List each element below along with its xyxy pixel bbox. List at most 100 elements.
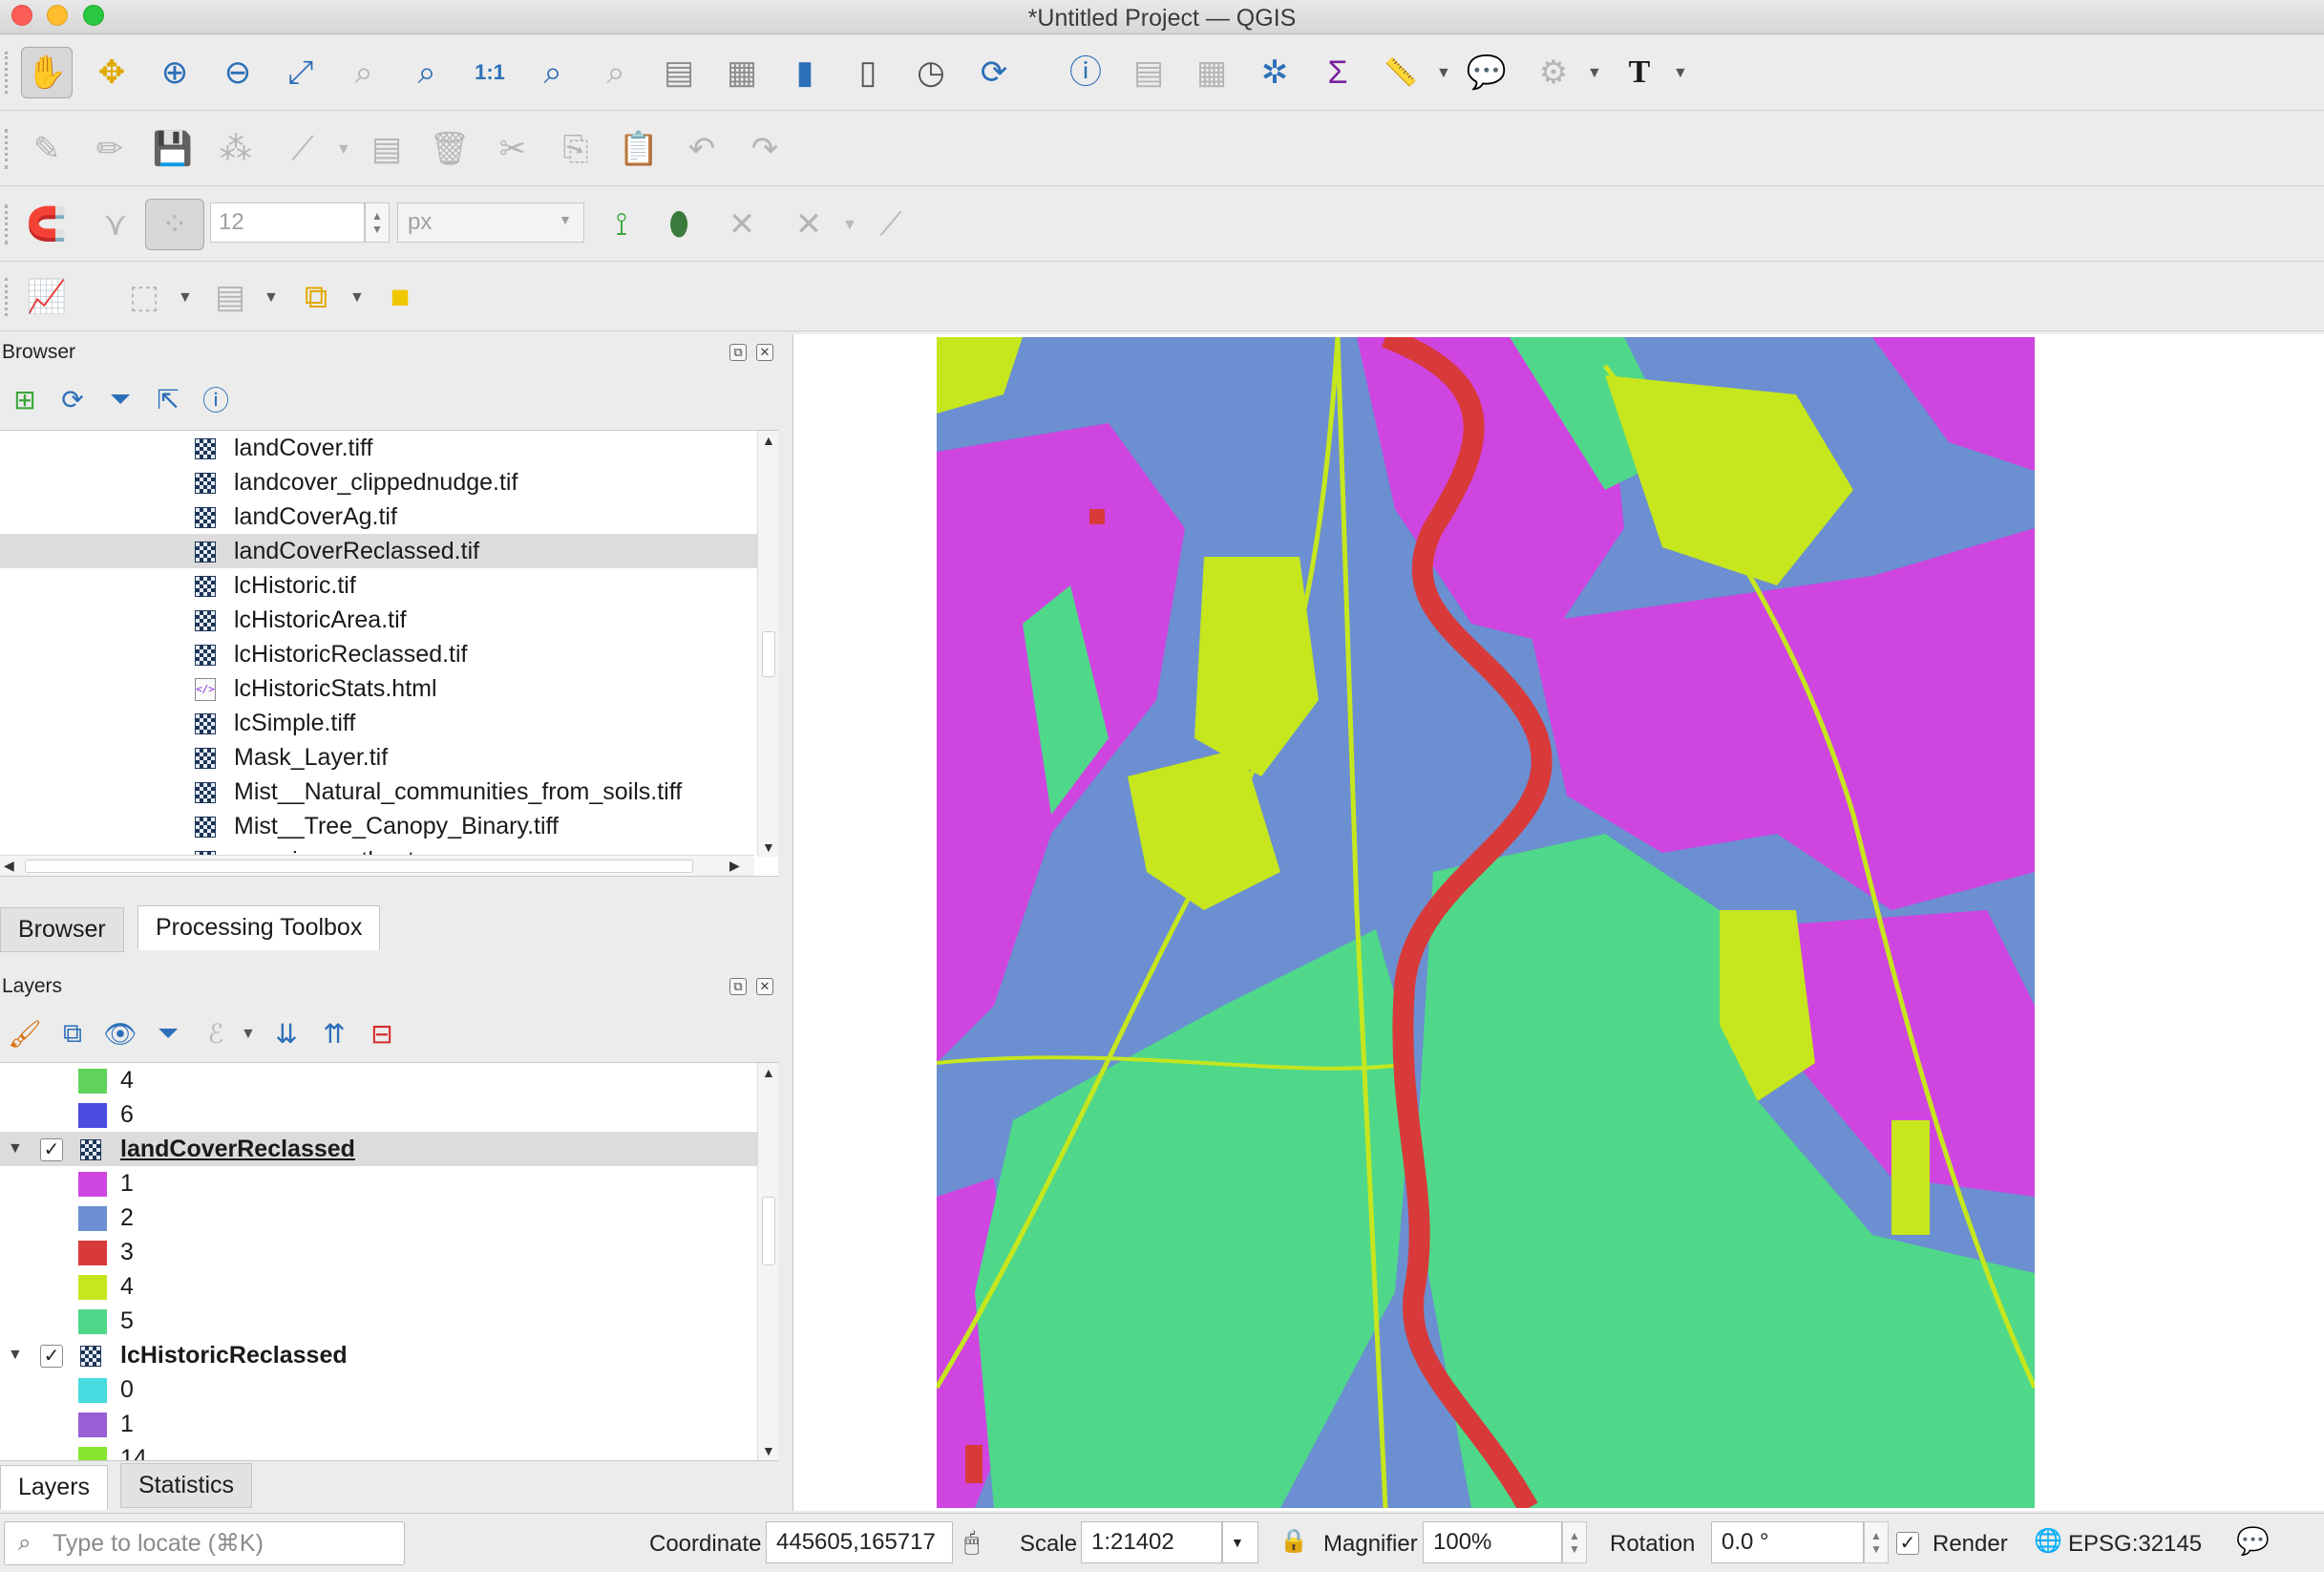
browser-item[interactable]: lcHistoric.tif bbox=[0, 568, 757, 603]
add-point-icon[interactable]: ⁂ bbox=[210, 123, 262, 175]
processing-gear-icon[interactable]: ✲ bbox=[1249, 47, 1300, 98]
select-features-icon[interactable]: ⬚ bbox=[118, 271, 170, 323]
filter-browser-icon[interactable]: ⏷ bbox=[101, 380, 139, 418]
statistics-sigma-icon[interactable]: Σ bbox=[1312, 47, 1363, 98]
zoom-in-icon[interactable]: ⊕ bbox=[149, 47, 201, 98]
expand-arrow-icon[interactable]: ▼ bbox=[8, 1338, 23, 1372]
filter-legend-icon[interactable]: ⏷ bbox=[149, 1014, 187, 1052]
browser-item[interactable]: </> lcHistoricStats.html bbox=[0, 671, 757, 706]
zoom-next-icon[interactable]: ⌕ bbox=[590, 47, 642, 98]
profile-chart-icon[interactable]: 📈 bbox=[21, 271, 73, 323]
layers-scroll-thumb[interactable] bbox=[762, 1197, 775, 1265]
crs-globe-icon[interactable]: 🌐 bbox=[2034, 1527, 2062, 1555]
render-checkbox[interactable]: ✓ bbox=[1896, 1532, 1919, 1555]
properties-info-icon[interactable]: ⓘ bbox=[197, 380, 235, 418]
map-canvas[interactable] bbox=[792, 334, 2324, 1511]
locator-search-input[interactable]: ⌕ Type to locate (⌘K) bbox=[4, 1521, 405, 1565]
show-bookmarks-icon[interactable]: ▦ bbox=[716, 47, 768, 98]
layer-visibility-checkbox[interactable]: ✓ bbox=[40, 1138, 63, 1161]
browser-hscroll-thumb[interactable] bbox=[25, 860, 693, 873]
pan-to-selection-icon[interactable]: ✥ bbox=[86, 47, 137, 98]
tab-processing-toolbox[interactable]: Processing Toolbox bbox=[137, 905, 381, 950]
scale-dropdown-chevron-icon[interactable]: ▼ bbox=[1222, 1521, 1258, 1563]
browser-item[interactable]: Mask_Layer.tif bbox=[0, 740, 757, 775]
zoom-out-icon[interactable]: ⊖ bbox=[212, 47, 264, 98]
snapping-type-icon[interactable]: ⁘ bbox=[145, 199, 204, 250]
select-value-dropdown-caret-icon[interactable]: ▼ bbox=[264, 289, 279, 307]
delete-selected-icon[interactable]: 🗑 bbox=[424, 123, 475, 175]
close-panel-icon[interactable]: ✕ bbox=[756, 344, 773, 361]
spatial-bookmark-icon[interactable]: ▮ bbox=[779, 47, 831, 98]
snapping-units-select[interactable]: px ▼ bbox=[397, 202, 584, 243]
layers-vertical-scrollbar[interactable]: ▲ ▼ bbox=[757, 1063, 778, 1460]
pan-hand-icon[interactable]: ✋ bbox=[21, 47, 73, 98]
scroll-up-icon[interactable]: ▲ bbox=[762, 433, 775, 448]
close-panel-icon[interactable]: ✕ bbox=[756, 978, 773, 995]
measure-ruler-icon[interactable]: 📏 bbox=[1375, 47, 1426, 98]
toggle-editing-icon[interactable]: ✏ bbox=[84, 123, 136, 175]
map-tips-icon[interactable]: ▯ bbox=[842, 47, 894, 98]
browser-item[interactable]: lcHistoricReclassed.tif bbox=[0, 637, 757, 671]
select-by-value-icon[interactable]: ▤ bbox=[204, 271, 256, 323]
vertex-dropdown-caret-icon[interactable]: ▼ bbox=[336, 141, 351, 159]
open-layer-styling-icon[interactable]: 🖌 bbox=[6, 1014, 44, 1052]
layer-tree-item[interactable]: ▼ ✓ landCoverReclassed bbox=[0, 1132, 757, 1166]
rotation-stepper-icon[interactable]: ▲ ▼ bbox=[1864, 1521, 1889, 1563]
self-snapping-icon[interactable]: ⟋ bbox=[865, 199, 917, 250]
filter-dropdown-caret-icon[interactable]: ▼ bbox=[241, 1026, 256, 1043]
browser-item[interactable]: landcover_clippednudge.tif bbox=[0, 465, 757, 499]
advanced-digitizing-icon[interactable]: ✕ bbox=[783, 199, 835, 250]
browser-item[interactable]: Mist__Tree_Canopy_Binary.tiff bbox=[0, 809, 757, 843]
new-bookmark-icon[interactable]: ▤ bbox=[653, 47, 705, 98]
browser-item[interactable]: landCover.tiff bbox=[0, 431, 757, 465]
manage-map-themes-icon[interactable]: 👁 bbox=[101, 1014, 139, 1052]
tab-statistics[interactable]: Statistics bbox=[120, 1463, 253, 1508]
tracing-dropdown-caret-icon[interactable]: ▼ bbox=[842, 217, 857, 234]
add-group-icon[interactable]: ⧉ bbox=[53, 1014, 92, 1052]
temporal-clock-icon[interactable]: ◷ bbox=[905, 47, 957, 98]
scroll-right-icon[interactable]: ▶ bbox=[729, 858, 740, 874]
scroll-down-icon[interactable]: ▼ bbox=[762, 1443, 775, 1458]
snapping-magnet-icon[interactable]: 🧲 bbox=[21, 199, 73, 250]
rotation-field[interactable]: 0.0 ° bbox=[1711, 1521, 1864, 1563]
scroll-left-icon[interactable]: ◀ bbox=[4, 858, 14, 874]
annotation-balloon-icon[interactable]: 💬 bbox=[1461, 47, 1512, 98]
text-annotation-icon[interactable]: T bbox=[1614, 47, 1665, 98]
modify-attributes-icon[interactable]: ▤ bbox=[361, 123, 412, 175]
refresh-browser-icon[interactable]: ⟳ bbox=[53, 380, 92, 418]
vertex-tool-icon[interactable]: ⟋ bbox=[277, 123, 328, 175]
zoom-native-icon[interactable]: 1:1 bbox=[464, 47, 516, 98]
collapse-all-icon[interactable]: ⇱ bbox=[149, 380, 187, 418]
lock-scale-icon[interactable]: 🔒 bbox=[1279, 1527, 1308, 1555]
browser-vertical-scrollbar[interactable]: ▲ ▼ bbox=[757, 431, 778, 857]
toggle-extents-mouse-icon[interactable]: 🖱 bbox=[964, 1527, 980, 1558]
redo-icon[interactable]: ↷ bbox=[739, 123, 791, 175]
magnifier-stepper-icon[interactable]: ▲ ▼ bbox=[1562, 1521, 1587, 1563]
remove-layer-icon[interactable]: ⊟ bbox=[363, 1014, 401, 1052]
cut-features-icon[interactable]: ✂ bbox=[487, 123, 539, 175]
scroll-up-icon[interactable]: ▲ bbox=[762, 1065, 775, 1080]
layer-visibility-checkbox[interactable]: ✓ bbox=[40, 1345, 63, 1368]
float-panel-icon[interactable]: ⧉ bbox=[729, 978, 747, 995]
browser-item[interactable]: lcSimple.tiff bbox=[0, 706, 757, 740]
settings-dropdown-caret-icon[interactable]: ▼ bbox=[1587, 65, 1602, 82]
select-by-location-icon[interactable]: ■ bbox=[374, 271, 426, 323]
current-edits-icon[interactable]: ✎ bbox=[21, 123, 73, 175]
scale-field[interactable]: 1:21402 bbox=[1081, 1521, 1222, 1563]
zoom-full-icon[interactable]: ⤢ bbox=[275, 47, 327, 98]
float-panel-icon[interactable]: ⧉ bbox=[729, 344, 747, 361]
refresh-icon[interactable]: ⟳ bbox=[968, 47, 1020, 98]
panel-splitter[interactable] bbox=[783, 334, 787, 1511]
expand-arrow-icon[interactable]: ▼ bbox=[8, 1132, 23, 1166]
browser-item[interactable]: landCoverAg.tif bbox=[0, 499, 757, 534]
topological-editing-icon[interactable]: ⟟ bbox=[596, 199, 647, 250]
tab-browser[interactable]: Browser bbox=[0, 907, 124, 952]
save-edits-icon[interactable]: 💾 bbox=[147, 123, 199, 175]
layer-tree-item[interactable]: ▼ ✓ lcHistoricReclassed bbox=[0, 1338, 757, 1372]
browser-horizontal-scrollbar[interactable]: ◀ ▶ bbox=[0, 855, 754, 876]
filter-expression-icon[interactable]: ℰ bbox=[197, 1014, 235, 1052]
text-annotation-dropdown-caret-icon[interactable]: ▼ bbox=[1673, 65, 1688, 82]
select-dropdown-caret-icon[interactable]: ▼ bbox=[178, 289, 193, 307]
messages-icon[interactable]: 💬 bbox=[2236, 1525, 2270, 1557]
browser-item[interactable]: lcHistoricArea.tif bbox=[0, 603, 757, 637]
